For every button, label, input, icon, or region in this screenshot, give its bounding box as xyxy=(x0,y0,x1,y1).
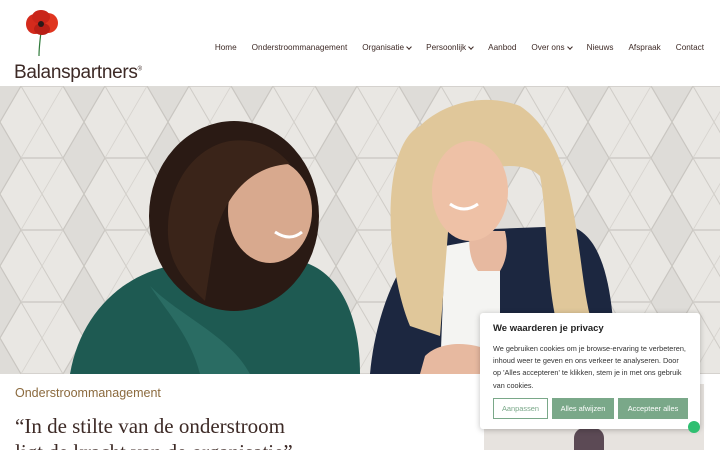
nav-item-onderstroommanagement[interactable]: Onderstroommanagement xyxy=(252,43,348,52)
reject-all-button[interactable]: Alles afwijzen xyxy=(552,398,614,419)
nav-item-label: Home xyxy=(214,43,237,52)
accept-all-button[interactable]: Accepteer alles xyxy=(618,398,688,419)
nav-item-label: Nieuws xyxy=(586,43,614,52)
hero-quote-line-2: ligt de kracht van de organisatie” xyxy=(15,440,293,450)
nav-item-nieuws[interactable]: Nieuws xyxy=(587,43,614,52)
nav-item-label: Aanbod xyxy=(488,43,517,52)
nav-item-contact[interactable]: Contact xyxy=(676,43,704,52)
nav-item-label: Organisatie xyxy=(362,43,405,52)
nav-item-afspraak[interactable]: Afspraak xyxy=(628,43,660,52)
main-navigation: Home Onderstroommanagement Organisatie P… xyxy=(200,43,704,52)
cookie-title: We waarderen je privacy xyxy=(493,323,604,334)
nav-item-label: Persoonlijk xyxy=(426,43,467,52)
hero-quote-line-1: “In de stilte van de onderstroom xyxy=(15,414,286,438)
chevron-down-icon xyxy=(406,43,412,50)
nav-item-over-ons[interactable]: Over ons xyxy=(531,43,573,52)
person-silhouette xyxy=(574,428,604,450)
section-label: Onderstroommanagement xyxy=(15,386,161,400)
customize-cookies-button[interactable]: Aanpassen xyxy=(493,398,548,419)
whatsapp-icon[interactable] xyxy=(688,421,700,433)
nav-item-home[interactable]: Home xyxy=(215,43,237,52)
nav-item-label: Contact xyxy=(675,43,704,52)
nav-item-label: Over ons xyxy=(531,43,565,52)
brand-name: Balanspartners xyxy=(14,62,138,83)
nav-item-label: Afspraak xyxy=(628,43,661,52)
brand-logo[interactable]: Balanspartners® xyxy=(14,10,142,83)
cookie-button-group: Aanpassen Alles afwijzen Accepteer alles xyxy=(493,398,688,419)
cookie-consent-banner: We waarderen je privacy We gebruiken coo… xyxy=(480,313,700,429)
nav-item-aanbod[interactable]: Aanbod xyxy=(488,43,516,52)
trademark-mark: ® xyxy=(137,66,142,73)
nav-item-organisatie[interactable]: Organisatie xyxy=(362,43,412,52)
poppy-flower-icon xyxy=(26,10,58,56)
chevron-down-icon xyxy=(468,43,474,50)
cookie-description: We gebruiken cookies om je browse-ervari… xyxy=(493,344,686,390)
site-header: Balanspartners® Home Onderstroommanageme… xyxy=(0,0,720,86)
chevron-down-icon xyxy=(566,43,573,50)
nav-item-label: Onderstroommanagement xyxy=(251,43,348,52)
nav-item-persoonlijk[interactable]: Persoonlijk xyxy=(426,43,474,52)
